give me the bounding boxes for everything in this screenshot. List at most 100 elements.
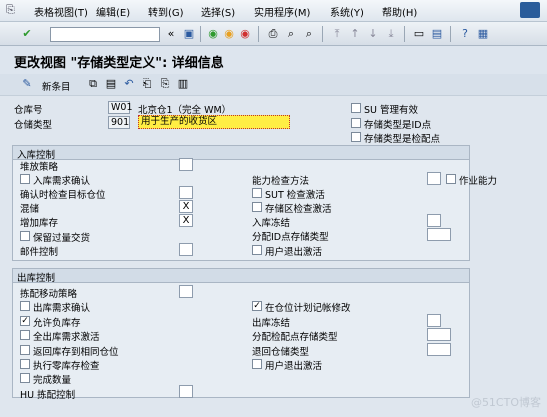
round-qty-checkbox[interactable]	[20, 373, 30, 383]
next-entry-icon[interactable]: ⎘	[158, 77, 172, 91]
print-icon[interactable]: ⎙	[266, 27, 280, 41]
check-dest-bin-label: 确认时检查目标仓位	[20, 190, 106, 201]
new-entries-button[interactable]: 新条目	[42, 79, 71, 93]
outbound-user-exit-label: 用户退出激活	[265, 361, 323, 372]
outbound-confirm-label: 出库需求确认	[33, 303, 91, 314]
add-stock-field[interactable]: X	[179, 214, 193, 227]
assign-id-point-field[interactable]	[427, 228, 451, 241]
menu-select[interactable]: 选择(S)	[201, 4, 235, 19]
zero-check-checkbox[interactable]	[20, 359, 30, 369]
inbound-freeze-label: 入库冻结	[252, 218, 291, 229]
enter-icon[interactable]: ✔	[20, 27, 34, 41]
bin-check-label: 存储区检查激活	[265, 204, 332, 215]
pick-point-checkbox[interactable]	[351, 132, 361, 142]
putaway-strategy-field[interactable]	[179, 158, 193, 171]
toolbar-separator	[450, 26, 451, 42]
storage-type-field[interactable]: 901	[108, 116, 130, 129]
previous-entry-icon[interactable]: ⎗	[140, 77, 154, 91]
find-next-icon[interactable]: ⌕	[302, 27, 316, 41]
watermark: @51CTO博客	[470, 396, 541, 409]
page-title: 更改视图 "存储类型定义": 详细信息	[14, 56, 224, 71]
return-stortype-field[interactable]	[427, 343, 451, 356]
bin-posting-checkbox[interactable]: ✓	[252, 301, 262, 311]
warehouse-field[interactable]: W01	[108, 101, 132, 114]
window-logo	[520, 2, 540, 18]
hu-pick-label: HU 拣配控制	[20, 390, 76, 401]
assign-pick-point-label: 分配检配点存储类型	[252, 332, 338, 343]
bin-check-checkbox[interactable]	[252, 202, 262, 212]
return-stortype-label: 退回仓储类型	[252, 347, 310, 358]
menu-help[interactable]: 帮助(H)	[382, 4, 417, 19]
full-stock-label: 全出库需求激活	[33, 332, 100, 343]
copy-icon[interactable]: ⧉	[86, 77, 100, 91]
sap-menu-icon[interactable]: ⎘	[6, 3, 15, 17]
back-icon[interactable]: ◉	[206, 27, 220, 41]
inbound-freeze-field[interactable]	[427, 214, 441, 227]
sut-check-checkbox[interactable]	[252, 188, 262, 198]
menu-table-view[interactable]: 表格视图(T)	[34, 4, 88, 19]
assign-pick-point-field[interactable]	[427, 328, 451, 341]
group-header: 入库控制	[13, 146, 469, 161]
outbound-title: 出库控制	[17, 273, 56, 284]
hu-pick-field[interactable]	[179, 385, 193, 398]
su-mgmt-label: SU 管理有效	[364, 105, 419, 116]
inbound-user-exit-label: 用户退出激活	[265, 247, 323, 258]
capacity-check-field[interactable]	[427, 172, 441, 185]
menu-goto[interactable]: 转到(G)	[148, 4, 184, 19]
mixed-storage-label: 混储	[20, 204, 40, 215]
work-capacity-checkbox[interactable]	[446, 174, 456, 184]
id-point-checkbox[interactable]	[351, 118, 361, 128]
full-stock-checkbox[interactable]	[20, 330, 30, 340]
mixed-storage-field[interactable]: X	[179, 200, 193, 213]
application-toolbar	[0, 74, 547, 96]
delete-icon[interactable]: ▤	[104, 77, 118, 91]
shortcut-icon[interactable]: ▤	[430, 27, 444, 41]
change-display-icon[interactable]: ✎	[20, 77, 34, 91]
allow-negative-checkbox[interactable]: ✓	[20, 316, 30, 326]
inbound-user-exit-checkbox[interactable]	[252, 245, 262, 255]
layout-icon[interactable]: ▦	[476, 27, 490, 41]
toolbar-separator	[404, 26, 405, 42]
menu-bar: ⎘ 表格视图(T) 编辑(E) 转到(G) 选择(S) 实用程序(M) 系统(Y…	[0, 0, 547, 22]
undo-icon[interactable]: ↶	[122, 77, 136, 91]
inbound-confirm-checkbox[interactable]	[20, 174, 30, 184]
cancel-icon[interactable]: ◉	[238, 27, 252, 41]
collapse-icon[interactable]: «	[164, 27, 178, 41]
new-session-icon[interactable]: ▭	[412, 27, 426, 41]
storage-type-desc-field[interactable]: 用于生产的收货区	[138, 115, 290, 129]
add-stock-label: 增加库存	[20, 218, 59, 229]
find-icon[interactable]: ⌕	[284, 27, 298, 41]
allow-negative-label: 允许负库存	[33, 318, 81, 329]
outbound-freeze-label: 出库冻结	[252, 318, 291, 329]
toolbar-separator	[258, 26, 259, 42]
first-page-icon[interactable]: ⤒	[330, 27, 344, 41]
menu-system[interactable]: 系统(Y)	[330, 4, 364, 19]
outbound-freeze-field[interactable]	[427, 314, 441, 327]
menu-utilities[interactable]: 实用程序(M)	[254, 4, 310, 19]
mail-control-label: 邮件控制	[20, 247, 59, 258]
last-page-icon[interactable]: ⤓	[384, 27, 398, 41]
work-capacity-label: 作业能力	[459, 176, 498, 187]
menu-edit[interactable]: 编辑(E)	[96, 4, 130, 19]
id-point-label: 存储类型是ID点	[364, 120, 432, 131]
select-all-icon[interactable]: ▥	[176, 77, 190, 91]
help-icon[interactable]: ?	[458, 27, 472, 41]
su-mgmt-checkbox[interactable]	[351, 103, 361, 113]
pick-point-label: 存储类型是检配点	[364, 134, 441, 145]
inbound-confirm-label: 入库需求确认	[33, 176, 91, 187]
return-same-bin-label: 返回库存到相同仓位	[33, 347, 119, 358]
command-field[interactable]	[50, 27, 160, 42]
next-page-icon[interactable]: ↓	[366, 27, 380, 41]
mail-control-field[interactable]	[179, 243, 193, 256]
outbound-user-exit-checkbox[interactable]	[252, 359, 262, 369]
check-dest-bin-field[interactable]	[179, 186, 193, 199]
capacity-check-label: 能力检查方法	[252, 176, 310, 187]
bin-posting-label: 在仓位计划记帐修改	[265, 303, 351, 314]
keep-overdelivery-checkbox[interactable]	[20, 231, 30, 241]
exit-icon[interactable]: ◉	[222, 27, 236, 41]
removal-strategy-field[interactable]	[179, 285, 193, 298]
outbound-confirm-checkbox[interactable]	[20, 301, 30, 311]
prev-page-icon[interactable]: ↑	[348, 27, 362, 41]
return-same-bin-checkbox[interactable]	[20, 345, 30, 355]
save-icon[interactable]: ▣	[182, 27, 196, 41]
